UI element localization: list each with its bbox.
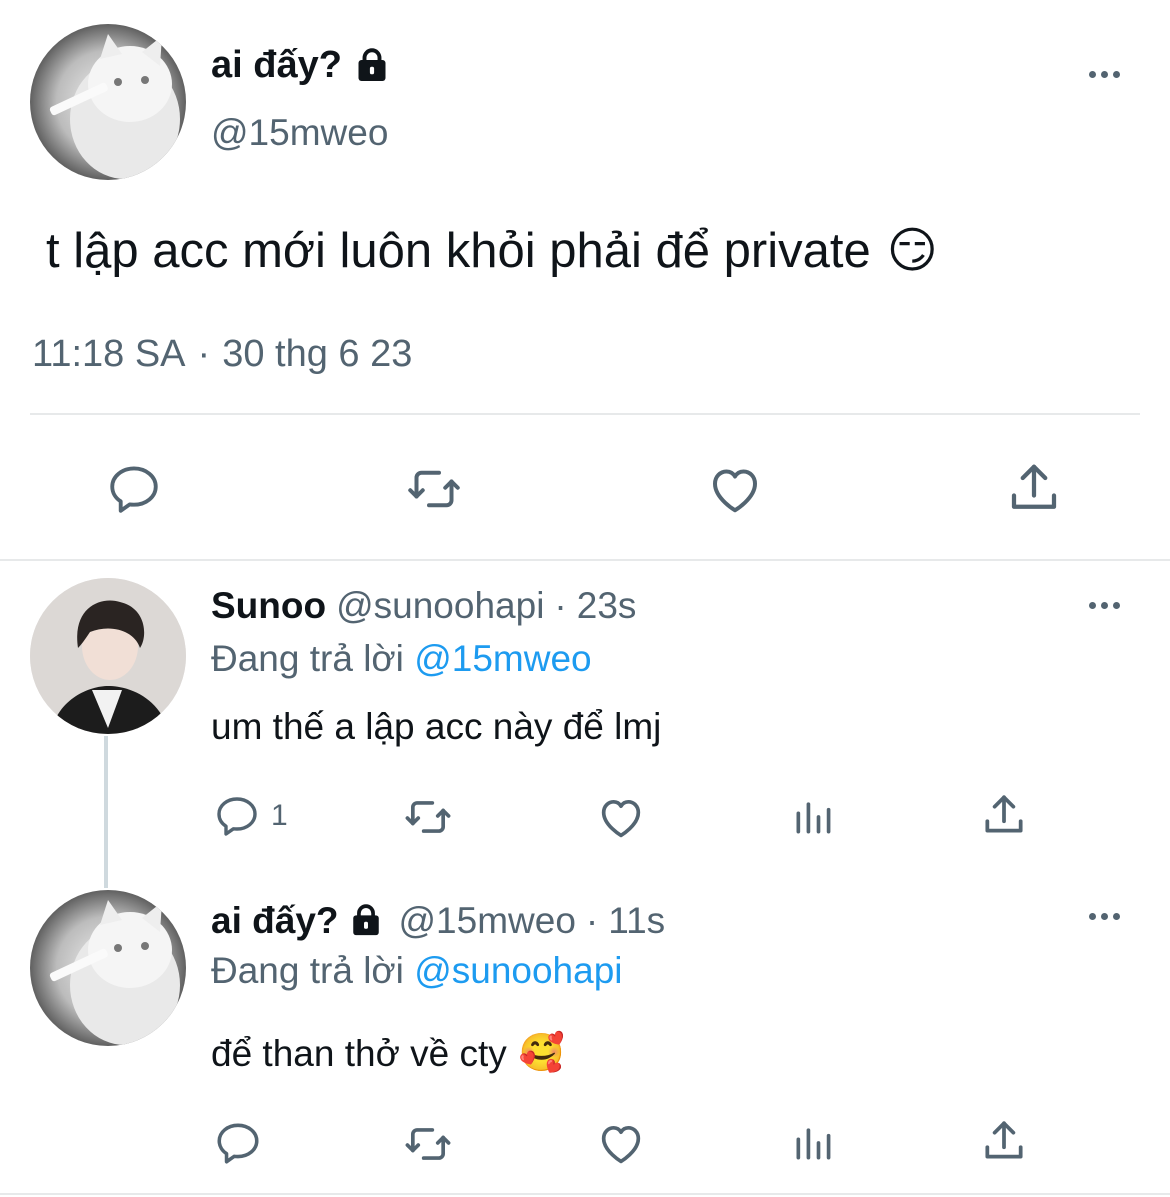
reply2-replying-prefix: Đang trả lời [211, 950, 404, 991]
main-time-dot: · [197, 333, 211, 375]
reply1-reply-count: 1 [271, 799, 288, 832]
reply2-avatar[interactable] [30, 890, 186, 1046]
main-date: 30 thg 6 23 [222, 333, 413, 375]
reply1-display-name[interactable]: Sunoo [211, 585, 326, 627]
thread-connector-line [104, 736, 108, 888]
lock-icon [349, 904, 383, 938]
lock-icon [354, 47, 390, 84]
reply1-replying-to: Đang trả lời @15mweo [211, 638, 592, 680]
reply2-display-name[interactable]: ai đấy? [211, 900, 339, 942]
reply2-handle[interactable]: @15mweo [399, 900, 576, 942]
retweet-icon[interactable] [400, 791, 456, 843]
main-handle[interactable]: @15mweo [211, 112, 388, 154]
reply2-mention-link[interactable]: @sunoohapi [414, 950, 622, 991]
reply-icon[interactable] [105, 460, 163, 518]
reply2-header: ai đấy? @15mweo · 11s [211, 900, 665, 942]
reply2-dot: · [585, 900, 599, 941]
retweet-icon[interactable] [402, 459, 466, 519]
reply2-age[interactable]: 11s [608, 900, 665, 942]
main-display-name-row: ai đấy? [211, 44, 390, 87]
share-icon[interactable] [979, 790, 1029, 840]
reply-icon[interactable]: 1 [213, 792, 288, 840]
heart-icon[interactable] [705, 459, 765, 519]
main-display-name[interactable]: ai đấy? [211, 44, 342, 87]
reply-icon[interactable] [213, 1118, 263, 1168]
share-icon[interactable] [979, 1116, 1029, 1166]
main-time: 11:18 SA [32, 333, 186, 375]
reply1-header: Sunoo @sunoohapi · 23s [211, 585, 636, 627]
reply2-replying-to: Đang trả lời @sunoohapi [211, 950, 623, 992]
more-icon[interactable] [1089, 602, 1120, 609]
reply1-text: um thế a lập acc này để lmj [211, 706, 661, 748]
reply2-text: để than thở về cty 🥰 [211, 1032, 565, 1075]
reply1-age[interactable]: 23s [577, 585, 637, 627]
bottom-separator [0, 1193, 1170, 1195]
main-divider [30, 413, 1140, 415]
reply1-avatar[interactable] [30, 578, 186, 734]
heart-icon[interactable] [595, 791, 647, 843]
main-tweet-body: t lập acc mới luôn khỏi phải để private [46, 223, 871, 278]
more-icon[interactable] [1089, 913, 1120, 920]
reply1-dot: · [554, 585, 567, 626]
more-icon[interactable] [1089, 71, 1120, 78]
main-tweet-text: t lập acc mới luôn khỏi phải để private … [46, 222, 938, 279]
views-icon[interactable] [791, 1121, 835, 1165]
main-timestamp[interactable]: 11:18 SA · 30 thg 6 23 [32, 333, 412, 376]
retweet-icon[interactable] [400, 1118, 456, 1170]
heart-icon[interactable] [595, 1117, 647, 1169]
views-icon[interactable] [791, 795, 835, 839]
share-icon[interactable] [1004, 458, 1064, 518]
reply1-body: um thế a lập acc này để lmj [211, 706, 662, 747]
smirk-emoji: 😏 [886, 224, 938, 278]
smiling-hearts-emoji: 🥰 [518, 1032, 565, 1073]
reply1-handle[interactable]: @sunoohapi [336, 585, 544, 627]
main-avatar[interactable] [30, 24, 186, 180]
section-separator [0, 559, 1170, 561]
reply1-replying-prefix: Đang trả lời [211, 638, 404, 679]
reply1-mention-link[interactable]: @15mweo [414, 638, 591, 679]
reply2-body: để than thở về cty [211, 1032, 507, 1074]
